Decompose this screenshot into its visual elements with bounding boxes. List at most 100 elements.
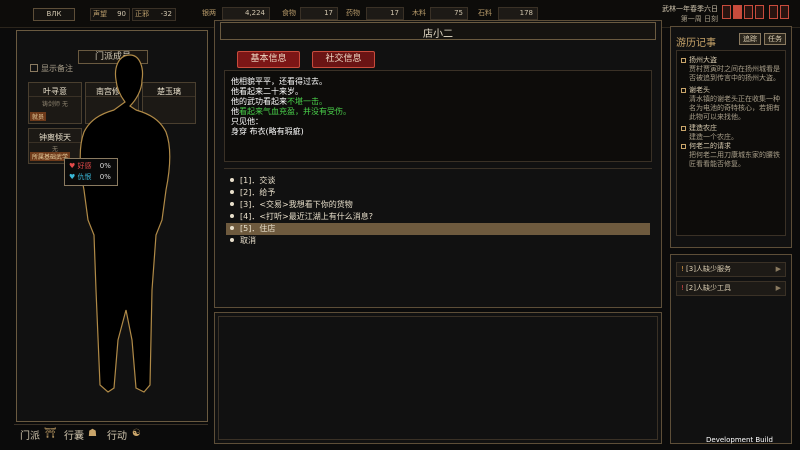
log-entry-title: 何老二的请求 — [689, 142, 731, 150]
option-inquire[interactable]: [4]．<打听>最近江湖上有什么消息? — [226, 211, 650, 223]
log-entry-body: 把何老二用刀康城东家的腰铁匠看看能否修复。 — [689, 151, 780, 168]
description-line: 他看起来二十来岁。 — [231, 87, 645, 97]
speed1-button[interactable] — [733, 5, 742, 19]
alert-text: [3]人缺少服务 — [686, 265, 731, 273]
log-entry-body: 贾村贾寅时之间在扬州城看是否被追到传言中的扬州大盗。 — [689, 65, 780, 82]
log-entry[interactable]: 谢老头 清水镇的谢老头正在收集一种名为电池的奇特核心，若拥有此物可以来找他。 — [681, 86, 785, 122]
bullet-icon — [230, 214, 234, 218]
option-give[interactable]: [2]．给予 — [226, 187, 650, 199]
alert-item[interactable]: ! [3]人缺少服务 ▶ — [676, 262, 786, 277]
description-line: 身穿 布衣(略有瑕疵) — [231, 127, 645, 137]
build-label: Development Build — [706, 436, 773, 444]
log-entry[interactable]: 何老二的请求 把何老二用刀康城东家的腰铁匠看看能否修复。 — [681, 142, 785, 169]
description-highlight: 不堪一击。 — [287, 97, 327, 106]
relation-tooltip: ♥ 好感 0% ♥ 仇恨 0% — [64, 158, 118, 186]
bullet-icon — [230, 202, 234, 206]
bullet-icon — [230, 238, 234, 242]
morality-box: 正邪 -32 — [132, 8, 176, 21]
silhouette-outline — [79, 54, 171, 393]
date-line1: 武林一年春季六日 — [662, 5, 718, 13]
show-notes-label: 显示备注 — [41, 64, 73, 73]
res-label-wood: 木料 — [412, 9, 426, 17]
favor-label: 好感 — [77, 162, 92, 170]
description-line: 他的武功看起来不堪一击。 — [231, 97, 645, 107]
exit-button[interactable] — [780, 5, 789, 19]
res-label-food: 食物 — [282, 9, 296, 17]
quest-button[interactable]: 任务 — [764, 33, 786, 45]
entry-marker-icon — [681, 87, 686, 93]
reputation-value: 90 — [117, 10, 126, 18]
description-text: 他相貌平平，还看得过去。 — [231, 77, 327, 86]
description-line: 他相貌平平，还看得过去。 — [231, 77, 645, 87]
res-value-silver: 4,224 — [222, 7, 270, 20]
description-text: 身穿 布衣(略有瑕疵) — [231, 127, 304, 136]
option-label: [2]．给予 — [240, 188, 276, 197]
pause-button[interactable] — [722, 5, 731, 19]
entry-marker-icon — [681, 125, 686, 131]
reputation-label: 声望 — [93, 10, 107, 18]
alert-text: [2]人缺少工具 — [686, 284, 731, 292]
reputation-box: 声望 90 — [90, 8, 130, 21]
speed2-button[interactable] — [744, 5, 753, 19]
alert-item[interactable]: ! [2]人缺少工具 ▶ — [676, 281, 786, 296]
log-title: 游历记事 — [676, 38, 716, 49]
bullet-icon — [230, 190, 234, 194]
description-text: 只见他： — [231, 117, 263, 126]
description-text: 他看起来二十来岁。 — [231, 87, 303, 96]
option-talk[interactable]: [1]．交谈 — [226, 175, 650, 187]
log-entry[interactable]: 扬州大盗 贾村贾寅时之间在扬州城看是否被追到传言中的扬州大盗。 — [681, 56, 785, 83]
morality-label: 正邪 — [135, 10, 149, 18]
res-value-medicine: 17 — [366, 7, 404, 20]
sect-icon: ⛩ — [44, 428, 57, 439]
option-stay[interactable]: [5]．住店 — [226, 223, 650, 235]
description-line: 只见他： — [231, 117, 645, 127]
member-tag: 就员 — [30, 112, 47, 121]
social-info-button[interactable]: 社交信息 — [312, 51, 375, 68]
option-trade[interactable]: [3]．<交易>我想看下你的货物 — [226, 199, 650, 211]
broken-heart-icon: ♥ — [69, 173, 76, 181]
show-notes-checkbox[interactable] — [30, 64, 38, 72]
tab-action[interactable]: 行动 — [107, 427, 127, 442]
description-text: 他的武功看起来 — [231, 97, 287, 106]
entry-marker-icon — [681, 143, 686, 149]
entry-marker-icon — [681, 57, 686, 63]
tab-sect[interactable]: 门派 — [20, 427, 40, 442]
action-icon: ☯ — [132, 428, 141, 439]
log-entry[interactable]: 建造农庄 建造一个农庄。 — [681, 124, 785, 142]
heart-icon: ♥ — [69, 162, 76, 170]
log-entry-body: 清水镇的谢老头正在收集一种名为电池的奇特核心，若拥有此物可以来找他。 — [689, 95, 780, 121]
option-cancel[interactable]: 取消 — [226, 235, 650, 247]
speed-controls — [722, 5, 792, 21]
res-value-wood: 75 — [430, 7, 468, 20]
log-entry-body: 建造一个农庄。 — [689, 133, 738, 141]
settings-button[interactable] — [769, 5, 778, 19]
res-value-stone: 178 — [498, 7, 538, 20]
bullet-icon — [230, 226, 234, 230]
description-text: 他 — [231, 107, 239, 116]
hate-label: 仇恨 — [77, 173, 92, 181]
res-value-food: 17 — [300, 7, 338, 20]
npc-silhouette — [79, 54, 171, 393]
option-label: 取消 — [240, 236, 256, 245]
option-label: [4]．<打听>最近江湖上有什么消息? — [240, 212, 373, 221]
log-entry-title: 建造农庄 — [689, 124, 717, 132]
warning-icon: ! — [681, 265, 684, 273]
log-entry-title: 谢老头 — [689, 86, 710, 94]
basic-info-button[interactable]: 基本信息 — [237, 51, 300, 68]
res-label-silver: 银两 — [202, 9, 216, 17]
res-label-medicine: 药物 — [346, 9, 360, 17]
morality-value: -32 — [160, 10, 172, 18]
warning-icon: ! — [681, 284, 684, 292]
hate-value: 0% — [99, 173, 111, 181]
tab-bag[interactable]: 行囊 — [64, 427, 84, 442]
track-button[interactable]: 追踪 — [739, 33, 761, 45]
favor-value: 0% — [99, 162, 111, 170]
description-highlight: 看起来气血充盈，并没有受伤。 — [239, 107, 351, 116]
menu-box[interactable]: ВЛК — [33, 8, 75, 21]
npc-name: 店小二 — [423, 29, 453, 40]
speed3-button[interactable] — [755, 5, 764, 19]
option-label: [3]．<交易>我想看下你的货物 — [240, 200, 353, 209]
description-line: 他看起来气血充盈，并没有受伤。 — [231, 107, 645, 117]
res-label-stone: 石料 — [478, 9, 492, 17]
arrow-right-icon: ▶ — [775, 284, 781, 292]
